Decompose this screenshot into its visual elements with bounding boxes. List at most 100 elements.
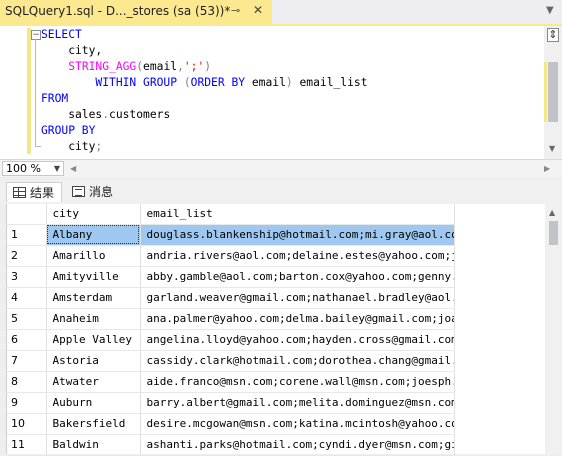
email-list-cell[interactable]: ana.palmer@yahoo.com;delma.bailey@gmail.… <box>140 308 455 330</box>
city-cell[interactable]: Auburn <box>46 392 141 414</box>
code-line: STRING_AGG(email,';') <box>41 59 368 75</box>
code-token: customers <box>109 108 171 121</box>
code-token: city, <box>41 44 103 57</box>
editor-scroll-thumb[interactable] <box>548 62 558 122</box>
pin-icon[interactable]: ⊸ <box>231 4 240 17</box>
chevron-down-icon: ▼ <box>53 164 60 173</box>
city-cell[interactable]: Baldwin <box>46 434 141 456</box>
document-tab-bar: SQLQuery1.sql - D..._stores (sa (53))* ⊸… <box>0 0 562 24</box>
code-token: . <box>102 108 110 121</box>
results-tab-strip: 结果 消息 <box>0 180 562 204</box>
table-row[interactable]: 11 Baldwin ashanti.parks@hotmail.com;cyndi… <box>7 434 455 456</box>
tab-messages[interactable]: 消息 <box>66 182 122 202</box>
row-number-cell[interactable]: 7 <box>7 350 47 372</box>
email-list-cell[interactable]: desire.mcgowan@msn.com;katina.mcintosh@y… <box>140 413 455 435</box>
table-row[interactable]: 9 Auburn barry.albert@gmail.com;melita.dom… <box>7 392 455 414</box>
messages-icon <box>72 186 85 197</box>
row-number-cell[interactable]: 11 <box>7 434 47 456</box>
code-token: FROM <box>41 92 69 105</box>
table-row[interactable]: 1 Albany douglass.blankenship@hotmail.com;… <box>7 224 455 246</box>
table-row[interactable]: 5 Anaheim ana.palmer@yahoo.com;delma.baile… <box>7 308 455 330</box>
row-number-cell[interactable]: 3 <box>7 266 47 288</box>
scroll-right-icon[interactable]: ▶ <box>544 164 550 173</box>
sql-code[interactable]: SELECT city, STRING_AGG(email,';') WITHI… <box>41 27 368 155</box>
code-token: ; <box>95 140 103 153</box>
email-list-cell[interactable]: cassidy.clark@hotmail.com;dorothea.chang… <box>140 350 455 372</box>
table-row[interactable]: 4 Amsterdam garland.weaver@gmail.com;natha… <box>7 287 455 309</box>
code-token: STRING_AGG <box>68 60 137 73</box>
code-token: city <box>41 140 96 153</box>
city-cell[interactable]: Anaheim <box>46 308 141 330</box>
zoom-value: 100 % <box>6 162 41 175</box>
code-token: email_list <box>292 76 368 89</box>
table-row[interactable]: 8 Atwater aide.franco@msn.com;corene.wall@… <box>7 371 455 393</box>
query-editor[interactable]: − SELECT city, STRING_AGG(email,';') WIT… <box>0 26 562 159</box>
row-number-cell[interactable]: 9 <box>7 392 47 414</box>
row-number-cell[interactable]: 4 <box>7 287 47 309</box>
row-number-header[interactable] <box>7 204 47 225</box>
city-cell[interactable]: Bakersfield <box>46 413 141 435</box>
code-line: sales.customers <box>41 107 368 123</box>
results-scroll-thumb[interactable] <box>549 221 558 245</box>
code-token: ';' <box>183 60 205 73</box>
table-row[interactable]: 7 Astoria cassidy.clark@hotmail.com;doroth… <box>7 350 455 372</box>
code-token: email <box>143 60 178 73</box>
scroll-down-icon[interactable]: ▼ <box>549 144 555 153</box>
query-tab[interactable]: SQLQuery1.sql - D..._stores (sa (53))* ⊸… <box>0 0 272 24</box>
column-header-city[interactable]: city <box>46 204 141 225</box>
email-list-cell[interactable]: abby.gamble@aol.com;barton.cox@yahoo.com… <box>140 266 455 288</box>
table-row[interactable]: 3 Amityville abby.gamble@aol.com;barton.co… <box>7 266 455 288</box>
close-icon[interactable]: ✕ <box>253 3 263 17</box>
tab-messages-label: 消息 <box>89 185 114 199</box>
split-editor-icon[interactable]: ⇕ <box>547 28 559 42</box>
code-line: GROUP BY <box>41 123 368 139</box>
city-cell[interactable]: Albany <box>46 224 141 246</box>
code-token: , <box>177 60 184 73</box>
code-token: SELECT <box>41 28 82 41</box>
scroll-left-icon[interactable]: ◀ <box>70 164 76 173</box>
code-token: sales <box>41 108 103 121</box>
row-number-cell[interactable]: 1 <box>7 224 47 246</box>
table-row[interactable]: 10 Bakersfield desire.mcgowan@msn.com;kati… <box>7 413 455 435</box>
email-list-cell[interactable]: angelina.lloyd@yahoo.com;hayden.cross@gm… <box>140 329 455 351</box>
code-token: ) <box>204 60 212 73</box>
code-line: city, <box>41 43 368 59</box>
email-list-cell[interactable]: andria.rivers@aol.com;delaine.estes@yaho… <box>140 245 455 267</box>
results-vertical-scrollbar[interactable]: ▲ <box>545 204 562 454</box>
row-number-cell[interactable]: 6 <box>7 329 47 351</box>
email-list-cell[interactable]: douglass.blankenship@hotmail.com;mi.gray… <box>140 224 455 246</box>
grid-icon <box>13 187 26 198</box>
city-cell[interactable]: Amarillo <box>46 245 141 267</box>
tab-list-dropdown-icon[interactable]: ▼ <box>546 5 554 16</box>
email-list-cell[interactable]: aide.franco@msn.com;corene.wall@msn.com;… <box>140 371 455 393</box>
city-cell[interactable]: Astoria <box>46 350 141 372</box>
table-row[interactable]: 2 Amarillo andria.rivers@aol.com;delaine.e… <box>7 245 455 267</box>
row-number-cell[interactable]: 8 <box>7 371 47 393</box>
email-list-cell[interactable]: ashanti.parks@hotmail.com;cyndi.dyer@msn… <box>140 434 455 456</box>
city-cell[interactable]: Amsterdam <box>46 287 141 309</box>
column-header-email-list[interactable]: email_list <box>140 204 455 225</box>
scroll-up-icon[interactable]: ▲ <box>549 208 555 217</box>
code-token: ORDER BY <box>190 76 246 89</box>
results-grid[interactable]: city email_list 1 Albany douglass.blankensh… <box>6 204 562 456</box>
zoom-select[interactable]: 100 % ▼ <box>2 161 64 176</box>
scrollbar-change-marker <box>544 62 547 122</box>
row-number-cell[interactable]: 10 <box>7 413 47 435</box>
code-line: FROM <box>41 91 368 107</box>
tab-results-label: 结果 <box>30 186 55 200</box>
email-list-cell[interactable]: barry.albert@gmail.com;melita.dominguez@… <box>140 392 455 414</box>
email-list-cell[interactable]: garland.weaver@gmail.com;nathanael.bradl… <box>140 287 455 309</box>
city-cell[interactable]: Amityville <box>46 266 141 288</box>
collapse-outline-icon[interactable]: − <box>31 30 41 40</box>
tab-results[interactable]: 结果 <box>6 182 62 202</box>
row-number-cell[interactable]: 5 <box>7 308 47 330</box>
city-cell[interactable]: Atwater <box>46 371 141 393</box>
code-token: ) <box>285 76 293 89</box>
row-number-cell[interactable]: 2 <box>7 245 47 267</box>
table-row[interactable]: 6 Apple Valley angelina.lloyd@yahoo.com;ha… <box>7 329 455 351</box>
city-cell[interactable]: Apple Valley <box>46 329 141 351</box>
editor-vertical-scrollbar[interactable]: ⇕ ▼ <box>544 26 562 159</box>
results-table: city email_list 1 Albany douglass.blankensh… <box>7 204 455 456</box>
